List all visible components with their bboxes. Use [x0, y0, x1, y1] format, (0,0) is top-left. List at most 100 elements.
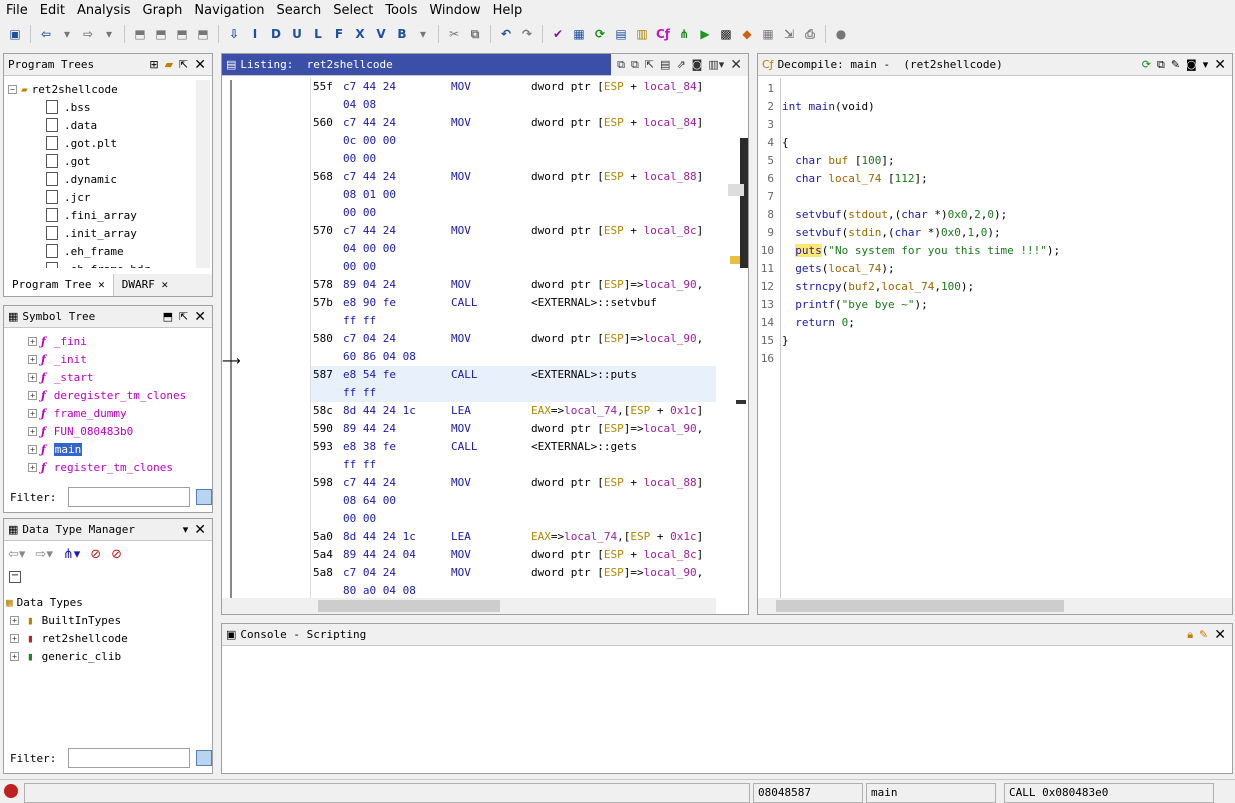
bookmark-dropdown-icon[interactable]: ▾: [414, 25, 432, 43]
export-icon[interactable]: ⇲: [780, 25, 798, 43]
data-type-archive[interactable]: + ▮ BuiltInTypes: [6, 611, 206, 629]
filter-off-icon-2[interactable]: ⊘: [111, 547, 122, 562]
listing-row[interactable]: ff ff: [311, 456, 716, 474]
tree-item[interactable]: .eh_frame: [8, 242, 198, 260]
symbol-filter-input[interactable]: [68, 487, 191, 507]
clear-icon[interactable]: ✎: [1199, 628, 1208, 641]
code-line[interactable]: 14 return 0;: [758, 314, 1208, 332]
data-type-tree[interactable]: ▦ Data Types + ▮ BuiltInTypes + ▮ ret2shellcode…: [6, 593, 206, 665]
listing-row[interactable]: 00 00: [311, 150, 716, 168]
options-icon[interactable]: ▥▾: [708, 58, 724, 71]
function-graph-icon[interactable]: Cƒ: [654, 25, 672, 43]
listing-row[interactable]: 00 00: [311, 510, 716, 528]
listing-row[interactable]: 00 00: [311, 204, 716, 222]
listing-row[interactable]: 578 89 04 24 MOV dword ptr [ESP]=>local_90,: [311, 276, 716, 294]
menu-select[interactable]: Select: [333, 3, 373, 18]
tree-action-icon[interactable]: ⇱: [179, 58, 188, 71]
symbol-item[interactable]: + ƒ register_tm_clones: [8, 458, 198, 476]
menu-graph[interactable]: Graph: [143, 3, 183, 18]
expand-icon[interactable]: +: [28, 408, 37, 418]
redo-icon[interactable]: ↷: [518, 25, 536, 43]
listing-row[interactable]: 590 89 44 24 MOV dword ptr [ESP]=>local_90,: [311, 420, 716, 438]
label-icon[interactable]: L: [309, 25, 327, 43]
listing-row[interactable]: 5a4 89 44 24 04 MOV dword ptr [ESP + local_…: [311, 546, 716, 564]
tab-dwarf[interactable]: DWARF ✕: [114, 274, 176, 296]
field-edit-icon[interactable]: ▤: [660, 58, 670, 71]
listing-row[interactable]: 58c 8d 44 24 1c LEA EAX=>local_74,[ESP + 0x…: [311, 402, 716, 420]
listing-horizontal-scrollbar[interactable]: [222, 598, 716, 614]
print-icon[interactable]: ⎙: [801, 25, 819, 43]
program-tree[interactable]: − ▰ ret2shellcode .bss .data .got.plt .got .dyn…: [8, 80, 198, 268]
menu-analysis[interactable]: Analysis: [77, 3, 131, 18]
paste-icon[interactable]: ⧉: [631, 58, 639, 72]
close-icon[interactable]: ✕: [194, 57, 206, 73]
listing-row[interactable]: 570 c7 44 24 MOV dword ptr [ESP + local_8c]: [311, 222, 716, 240]
nav-icon-3[interactable]: ⬒: [173, 25, 191, 43]
dtm-tree-icon[interactable]: ⋔▾: [63, 547, 80, 562]
snapshot-icon[interactable]: ◙: [1186, 58, 1197, 71]
expand-icon[interactable]: +: [28, 336, 37, 346]
select-cursor-icon[interactable]: ⇱: [645, 58, 654, 71]
expand-icon[interactable]: +: [28, 390, 37, 400]
nonfunction-icon[interactable]: X: [351, 25, 369, 43]
nav-icon-2[interactable]: ⬒: [152, 25, 170, 43]
tree-icon[interactable]: ⋔: [675, 25, 693, 43]
menu-window[interactable]: Window: [429, 3, 480, 18]
code-line[interactable]: 4{: [758, 134, 1208, 152]
down-arrow-icon[interactable]: ⇩: [225, 25, 243, 43]
function-icon[interactable]: F: [330, 25, 348, 43]
table-icon[interactable]: ▦: [759, 25, 777, 43]
data-type-archive[interactable]: + ▮ ret2shellcode: [6, 629, 206, 647]
back-arrow-icon[interactable]: ⇦: [37, 25, 55, 43]
listing-row[interactable]: 80 a0 04 08: [311, 582, 716, 598]
code-line[interactable]: 16: [758, 350, 1208, 368]
code-line[interactable]: 7: [758, 188, 1208, 206]
bookmark-icon[interactable]: B: [393, 25, 411, 43]
undefined-icon[interactable]: U: [288, 25, 306, 43]
decompile-view[interactable]: 1 2 int main(void) 3 4{5 char buf [100]; 6 ch…: [758, 80, 1232, 596]
tree-item[interactable]: .got: [8, 152, 198, 170]
listing-row[interactable]: 593 e8 38 fe CALL <EXTERNAL>::gets: [311, 438, 716, 456]
nav-icon-4[interactable]: ⬒: [194, 25, 212, 43]
code-line[interactable]: 9 setvbuf(stdin,(char *)0x0,1,0);: [758, 224, 1208, 242]
refresh-icon[interactable]: ⟳: [591, 25, 609, 43]
symbol-action-icon[interactable]: ⬒: [163, 310, 173, 323]
listing-row[interactable]: 580 c7 04 24 MOV dword ptr [ESP]=>local_90,: [311, 330, 716, 348]
program-tree-scrollbar[interactable]: [196, 80, 210, 268]
cut-icon[interactable]: ✂: [445, 25, 463, 43]
filter-options-icon[interactable]: [196, 489, 212, 505]
new-tree-icon[interactable]: ⊞: [149, 58, 158, 71]
collapse-icon[interactable]: −: [8, 84, 17, 94]
forward-dropdown-icon[interactable]: ▾: [100, 25, 118, 43]
expand-icon[interactable]: +: [28, 372, 37, 382]
code-line[interactable]: 12 strncpy(buf2,local_74,100);: [758, 278, 1208, 296]
menu-navigation[interactable]: Navigation: [194, 3, 264, 18]
code-line[interactable]: 3: [758, 116, 1208, 134]
edit-icon[interactable]: ✎: [1171, 58, 1180, 71]
listing-row[interactable]: 04 00 00: [311, 240, 716, 258]
symbol-item[interactable]: + ƒ _init: [8, 350, 198, 368]
expand-icon[interactable]: +: [10, 633, 19, 643]
tree-item[interactable]: .bss: [8, 98, 198, 116]
close-icon[interactable]: ✕: [1214, 627, 1226, 643]
listing-row[interactable]: 598 c7 44 24 MOV dword ptr [ESP + local_88]: [311, 474, 716, 492]
symbol-action-icon-2[interactable]: ⇱: [179, 310, 188, 323]
menu-edit[interactable]: Edit: [40, 3, 65, 18]
filter-options-icon[interactable]: [196, 750, 212, 766]
collapse-icon[interactable]: −: [9, 571, 21, 583]
copy-icon[interactable]: ⧉: [617, 58, 625, 72]
dtm-filter-input[interactable]: [68, 748, 191, 768]
code-line[interactable]: 2 int main(void): [758, 98, 1208, 116]
tab-program-tree[interactable]: Program Tree ✕: [4, 274, 114, 296]
listing-row[interactable]: 60 86 04 08: [311, 348, 716, 366]
code-line[interactable]: 13 printf("bye bye ~");: [758, 296, 1208, 314]
console-icon[interactable]: ▩: [717, 25, 735, 43]
listing-row[interactable]: 55f c7 44 24 MOV dword ptr [ESP + local_84]: [311, 78, 716, 96]
filter-off-icon[interactable]: ⊘: [90, 547, 101, 562]
tree-item[interactable]: .data: [8, 116, 198, 134]
back-dropdown-icon[interactable]: ▾: [58, 25, 76, 43]
code-line[interactable]: 11 gets(local_74);: [758, 260, 1208, 278]
code-line[interactable]: 6 char local_74 [112];: [758, 170, 1208, 188]
listing-row[interactable]: 57b e8 90 fe CALL <EXTERNAL>::setvbuf: [311, 294, 716, 312]
data-type-icon[interactable]: ▥: [633, 25, 651, 43]
